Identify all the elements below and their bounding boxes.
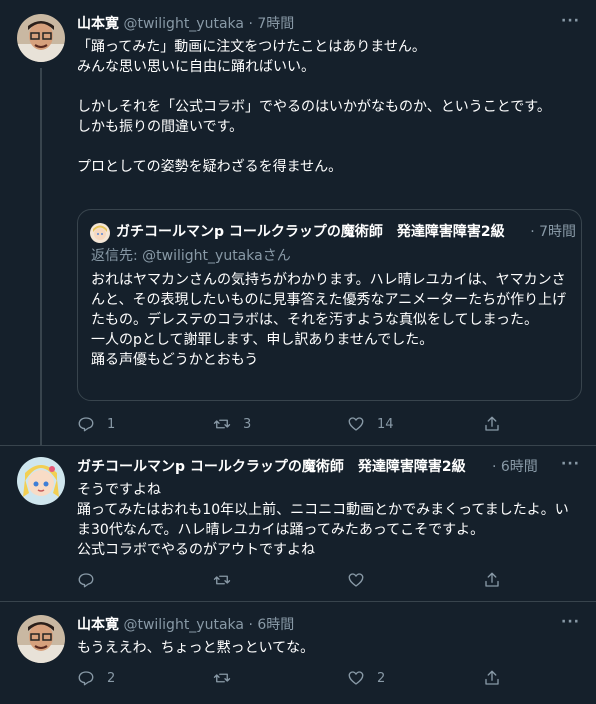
display-name[interactable]: ガチコールマンp コールクラップの魔術師 発達障害障害2級 bbox=[77, 459, 466, 475]
user-handle[interactable]: @twilight_yutaka bbox=[123, 617, 244, 633]
quote-avatar bbox=[90, 223, 110, 243]
avatar[interactable] bbox=[17, 14, 65, 62]
more-options-button[interactable]: ··· bbox=[561, 13, 580, 29]
tweet-text: もうええわ、ちょっと黙っといてな。 bbox=[77, 640, 315, 656]
like-button[interactable]: 14 bbox=[347, 415, 394, 433]
reply-count: 2 bbox=[107, 670, 116, 686]
divider bbox=[0, 601, 596, 602]
heart-icon bbox=[348, 573, 364, 587]
like-count: 14 bbox=[377, 416, 394, 432]
retweet-icon bbox=[213, 575, 231, 585]
share-icon bbox=[485, 416, 499, 431]
quote-header: ガチコールマンp コールクラップの魔術師 発達障害障害2級 · 7時間 bbox=[116, 222, 576, 242]
tweet-3[interactable]: 山本寛 @twilight_yutaka · 6時間 ··· もうええわ、ちょっ… bbox=[0, 601, 596, 704]
retweet-button[interactable]: 3 bbox=[213, 415, 251, 433]
more-options-button[interactable]: ··· bbox=[561, 456, 580, 472]
tweet-1[interactable]: 山本寛 @twilight_yutaka · 7時間 ··· 「踊ってみた」動画… bbox=[0, 0, 596, 446]
timestamp[interactable]: · 6時間 bbox=[492, 459, 538, 475]
quote-display-name: ガチコールマンp コールクラップの魔術師 発達障害障害2級 bbox=[116, 224, 505, 240]
retweet-button[interactable] bbox=[213, 669, 243, 687]
retweet-icon bbox=[213, 419, 231, 429]
user-handle[interactable]: @twilight_yutaka bbox=[123, 16, 244, 32]
like-button[interactable] bbox=[347, 571, 377, 589]
retweet-icon bbox=[213, 673, 231, 683]
tweet-2[interactable]: ガチコールマンp コールクラップの魔術師 発達障害障害2級 · 6時間 ··· … bbox=[0, 445, 596, 601]
tweet-header: 山本寛 @twilight_yutaka · 7時間 bbox=[77, 15, 294, 33]
action-bar bbox=[77, 571, 507, 591]
reply-to-prefix: 返信先: bbox=[91, 248, 143, 264]
quote-timestamp: · 7時間 bbox=[528, 222, 576, 242]
thread-line bbox=[40, 68, 42, 446]
heart-icon bbox=[348, 417, 364, 431]
share-button[interactable] bbox=[483, 415, 501, 433]
reply-button[interactable] bbox=[77, 571, 107, 589]
reply-to-label: 返信先: @twilight_yutakaさん bbox=[91, 246, 291, 266]
timestamp[interactable]: · 6時間 bbox=[248, 617, 294, 633]
heart-icon bbox=[348, 671, 364, 685]
reply-icon bbox=[78, 417, 94, 432]
timestamp-wrap: · 6時間 bbox=[492, 458, 538, 476]
tweet-text: 「踊ってみた」動画に注文をつけたことはありません。 みんな思い思いに自由に踊れば… bbox=[77, 39, 551, 175]
share-button[interactable] bbox=[483, 669, 501, 687]
action-bar: 1 3 14 bbox=[77, 415, 507, 435]
retweet-button[interactable] bbox=[213, 571, 243, 589]
tweet-header: 山本寛 @twilight_yutaka · 6時間 bbox=[77, 616, 294, 634]
reply-button[interactable]: 1 bbox=[77, 415, 115, 433]
share-icon bbox=[485, 670, 499, 685]
retweet-count: 3 bbox=[243, 416, 252, 432]
divider bbox=[0, 445, 596, 446]
like-button[interactable]: 2 bbox=[347, 669, 385, 687]
display-name[interactable]: 山本寛 bbox=[77, 16, 119, 32]
display-name[interactable]: 山本寛 bbox=[77, 617, 119, 633]
reply-to-mention[interactable]: @twilight_yutakaさん bbox=[142, 248, 291, 264]
more-options-button[interactable]: ··· bbox=[561, 614, 580, 630]
tweet-header: ガチコールマンp コールクラップの魔術師 発達障害障害2級 bbox=[77, 458, 487, 476]
quote-text: おれはヤマカンさんの気持ちがわかります。ハレ晴レユカイは、ヤマカンさんと、その表… bbox=[91, 272, 567, 368]
share-icon bbox=[485, 572, 499, 587]
action-bar: 2 2 bbox=[77, 669, 507, 689]
like-count: 2 bbox=[377, 670, 386, 686]
timestamp[interactable]: · 7時間 bbox=[248, 16, 294, 32]
quoted-tweet[interactable]: ガチコールマンp コールクラップの魔術師 発達障害障害2級 · 7時間 返信先:… bbox=[77, 209, 582, 401]
reply-count: 1 bbox=[107, 416, 116, 432]
avatar[interactable] bbox=[17, 615, 65, 663]
reply-button[interactable]: 2 bbox=[77, 669, 115, 687]
avatar[interactable] bbox=[17, 457, 65, 505]
tweet-text: そうですよね 踊ってみたはおれも10年以上前、ニコニコ動画とかでみまくってました… bbox=[77, 482, 569, 558]
share-button[interactable] bbox=[483, 571, 501, 589]
reply-icon bbox=[78, 671, 94, 686]
reply-icon bbox=[78, 573, 94, 588]
